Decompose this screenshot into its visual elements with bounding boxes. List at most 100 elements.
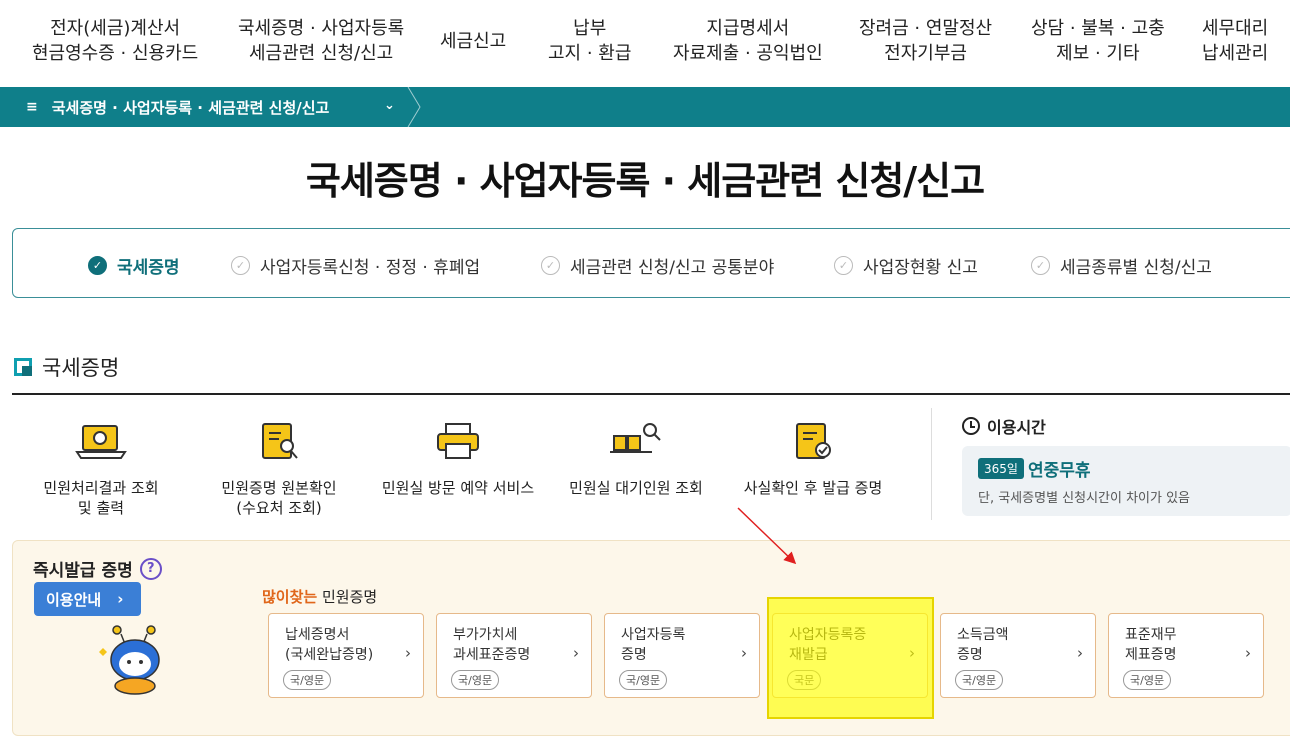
card-business-registration-reissue[interactable]: 사업자등록증 재발급 › 국문 — [772, 613, 928, 698]
language-tag: 국/영문 — [1123, 670, 1172, 690]
nav-item-line: 고지 · 환급 — [548, 43, 632, 64]
chevron-right-icon: › — [741, 644, 747, 662]
category-tabs: ✓ 국세증명 ✓ 사업자등록신청 · 정정 · 휴폐업 ✓ 세금관련 신청/신고… — [12, 228, 1290, 298]
card-income-certificate[interactable]: 소득금액 증명 › 국/영문 — [940, 613, 1096, 698]
service-label: 민원증명 원본확인 — [221, 479, 337, 497]
card-tax-payment-certificate[interactable]: 납세증명서 (국세완납증명) › 국/영문 — [268, 613, 424, 698]
popular-highlight: 많이찾는 — [262, 588, 318, 606]
service-label: 사실확인 후 발급 증명 — [743, 479, 883, 497]
document-search-icon — [251, 420, 307, 464]
menu-icon: ≡ — [26, 99, 38, 115]
certificate-check-icon — [785, 420, 841, 464]
chevron-right-icon: › — [909, 644, 915, 662]
tab-business-registration[interactable]: ✓ 사업자등록신청 · 정정 · 휴폐업 — [231, 253, 480, 278]
chevron-right-icon: › — [1245, 644, 1251, 662]
tab-label: 세금관련 신청/신고 공통분야 — [570, 258, 775, 278]
nav-item-certificates[interactable]: 국세증명 · 사업자등록 세금관련 신청/신고 — [238, 16, 404, 66]
hours-box: 365일 연중무휴 단, 국세증명별 신청시간이 차이가 있음 — [962, 446, 1290, 516]
hours-badge: 365일 — [978, 458, 1024, 479]
nav-item-line: 장려금 · 연말정산 — [859, 18, 993, 39]
service-waiting-count[interactable]: 민원실 대기인원 조회 — [565, 420, 707, 498]
tab-tax-type-filing[interactable]: ✓ 세금종류별 신청/신고 — [1031, 253, 1212, 278]
nav-item-incentives[interactable]: 장려금 · 연말정산 전자기부금 — [859, 16, 992, 66]
annotation-arrow — [737, 507, 797, 565]
nav-item-tax-filing[interactable]: 세금신고 — [440, 29, 506, 54]
nav-item-line: 전자기부금 — [884, 43, 967, 64]
laptop-icon — [73, 420, 129, 464]
breadcrumb-bar: ≡ 국세증명 · 사업자등록 · 세금관련 신청/신고 ⌄ — [0, 87, 1290, 127]
popular-rest: 민원증명 — [317, 588, 378, 606]
check-icon: ✓ — [88, 256, 107, 275]
card-line: 과세표준증명 — [453, 647, 531, 663]
nav-item-e-invoice[interactable]: 전자(세금)계산서 현금영수증 · 신용카드 — [32, 16, 198, 66]
usage-guide-label: 이용안내 — [46, 590, 102, 609]
chevron-right-icon: › — [573, 644, 579, 662]
service-label: 및 출력 — [77, 499, 125, 517]
printer-icon — [430, 420, 486, 464]
nav-item-payment-statement[interactable]: 지급명세서 자료제출 · 공익법인 — [673, 16, 823, 66]
breadcrumb-separator — [407, 87, 421, 127]
nav-item-line: 자료제출 · 공익법인 — [673, 43, 823, 64]
service-visit-reservation[interactable]: 민원실 방문 예약 서비스 — [378, 420, 538, 498]
check-icon: ✓ — [231, 256, 250, 275]
language-tag: 국/영문 — [283, 670, 332, 690]
card-financial-statement-certificate[interactable]: 표준재무제표증명 › 국/영문 — [1108, 613, 1264, 698]
section-divider — [12, 393, 1290, 395]
nav-item-line: 세금신고 — [440, 31, 507, 52]
nav-item-line: 세금관련 신청/신고 — [248, 43, 394, 64]
section-title-label: 국세증명 — [42, 356, 120, 380]
card-line: (국세완납증명) — [285, 647, 374, 663]
check-icon: ✓ — [541, 256, 560, 275]
check-icon: ✓ — [834, 256, 853, 275]
card-line: 증명 — [621, 647, 647, 663]
card-line: 사업자등록증 — [789, 627, 867, 643]
tab-common-filing[interactable]: ✓ 세금관련 신청/신고 공통분야 — [541, 253, 774, 278]
service-label: 민원실 대기인원 조회 — [569, 479, 703, 497]
card-line: 제표증명 — [1125, 647, 1177, 663]
language-tag: 국/영문 — [619, 670, 668, 690]
chevron-down-icon: ⌄ — [384, 98, 395, 113]
tab-business-status[interactable]: ✓ 사업장현황 신고 — [834, 253, 978, 278]
instant-title: 즉시발급 증명 ? — [33, 556, 162, 581]
vertical-divider — [931, 408, 932, 520]
nav-item-tax-agent[interactable]: 세무대리 납세관리 — [1202, 16, 1268, 66]
help-icon[interactable]: ? — [139, 557, 162, 580]
waiting-seats-icon — [608, 420, 664, 464]
nav-item-line: 납부 — [573, 18, 607, 39]
breadcrumb-label: 국세증명 · 사업자등록 · 세금관련 신청/신고 — [51, 98, 330, 117]
service-label: 민원실 방문 예약 서비스 — [381, 479, 535, 497]
popular-heading: 많이찾는 민원증명 — [262, 586, 377, 607]
top-navigation: 전자(세금)계산서 현금영수증 · 신용카드 국세증명 · 사업자등록 세금관련… — [0, 0, 1290, 87]
nav-item-payment[interactable]: 납부 고지 · 환급 — [548, 16, 631, 66]
nav-item-line: 전자(세금)계산서 — [50, 18, 181, 39]
service-label: (수요처 조회) — [236, 499, 322, 517]
language-tag: 국/영문 — [451, 670, 500, 690]
hours-note: 단, 국세증명별 신청시간이 차이가 있음 — [978, 491, 1191, 506]
nav-item-line: 제보 · 기타 — [1056, 43, 1140, 64]
language-tag: 국/영문 — [955, 670, 1004, 690]
nav-item-line: 국세증명 · 사업자등록 — [238, 18, 405, 39]
hours-main: 연중무휴 — [1028, 461, 1091, 481]
usage-guide-button[interactable]: 이용안내 › — [34, 582, 141, 616]
nav-item-line: 상담 · 불복 · 고충 — [1031, 18, 1165, 39]
service-result-lookup[interactable]: 민원처리결과 조회 및 출력 — [40, 420, 162, 518]
card-vat-base-certificate[interactable]: 부가가치세 과세표준증명 › 국/영문 — [436, 613, 592, 698]
service-fact-check-issuance[interactable]: 사실확인 후 발급 증명 — [740, 420, 886, 498]
tab-label: 국세증명 — [117, 258, 180, 278]
instant-title-label: 즉시발급 증명 — [33, 561, 133, 581]
chevron-right-icon: › — [1077, 644, 1083, 662]
card-business-registration-certificate[interactable]: 사업자등록 증명 › 국/영문 — [604, 613, 760, 698]
tab-label: 사업자등록신청 · 정정 · 휴폐업 — [260, 258, 481, 278]
tab-certificates[interactable]: ✓ 국세증명 — [88, 253, 180, 278]
page-title: 국세증명 · 사업자등록 · 세금관련 신청/신고 — [305, 159, 985, 203]
nav-item-line: 납세관리 — [1202, 43, 1269, 64]
section-bullet-icon — [14, 358, 32, 376]
card-line: 납세증명서 — [285, 627, 350, 643]
hours-title-label: 이용시간 — [987, 418, 1046, 437]
service-label: 민원처리결과 조회 — [43, 479, 159, 497]
nav-item-consultation[interactable]: 상담 · 불복 · 고충 제보 · 기타 — [1031, 16, 1165, 66]
service-original-verify[interactable]: 민원증명 원본확인 (수요처 조회) — [218, 420, 340, 518]
breadcrumb[interactable]: ≡ 국세증명 · 사업자등록 · 세금관련 신청/신고 ⌄ — [0, 87, 410, 127]
language-tag: 국문 — [787, 670, 822, 690]
card-line: 표준재무 — [1125, 627, 1177, 643]
